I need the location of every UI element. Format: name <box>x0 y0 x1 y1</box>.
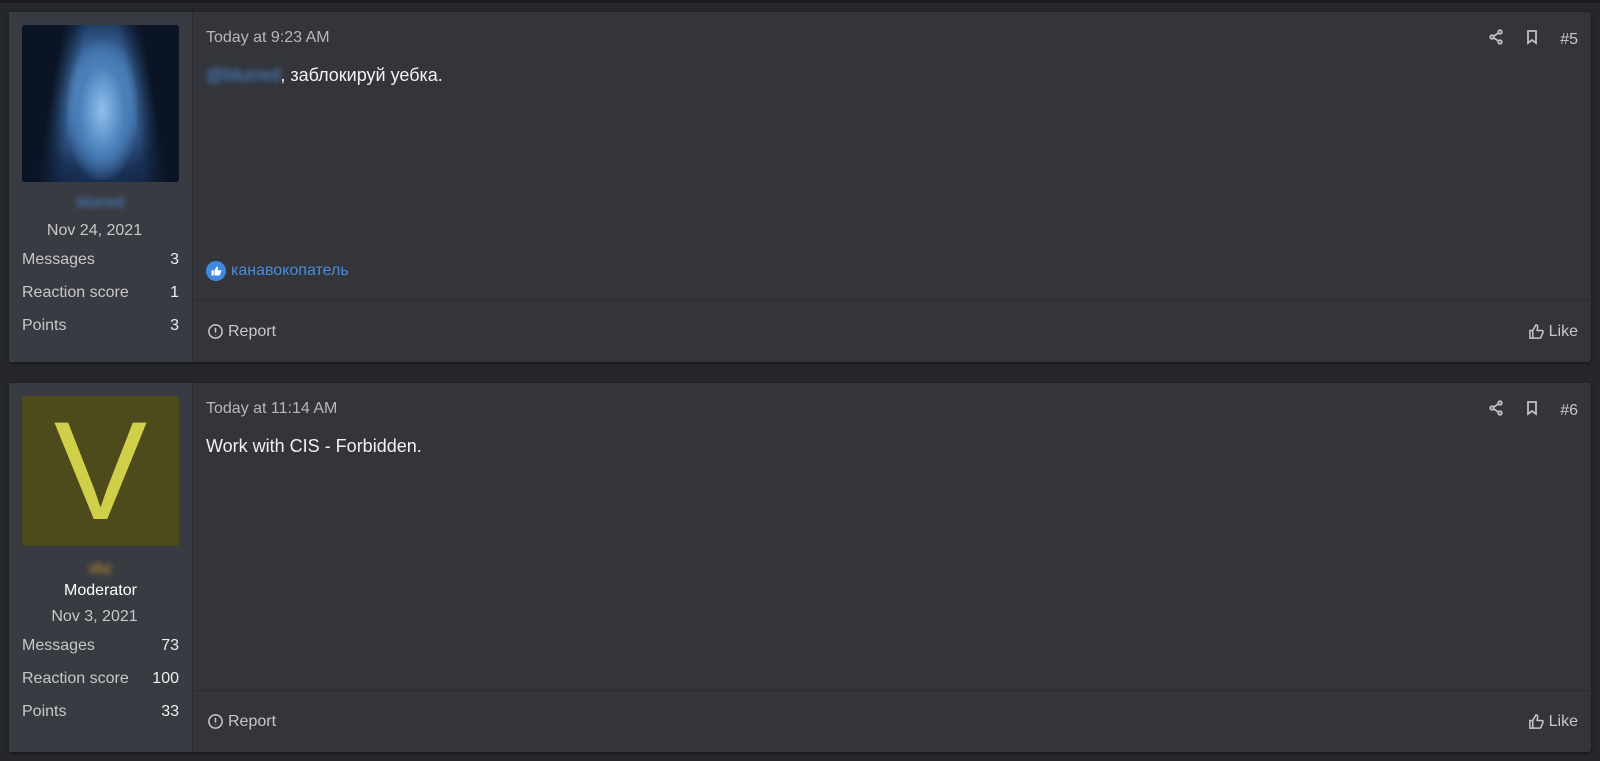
post-actions: #5 <box>1488 29 1578 50</box>
join-date: Nov 3, 2021 <box>51 608 138 625</box>
user-info: blurred Nov 24, 2021 Messages 3 Reaction… <box>9 12 193 362</box>
user-info: V vbz Moderator Nov 3, 2021 Messages 73 … <box>9 383 193 752</box>
avatar[interactable]: V <box>22 396 179 546</box>
report-icon <box>208 324 223 339</box>
stat-messages: Messages 73 <box>22 637 179 654</box>
reactions-bar: канавокопатель <box>206 261 349 281</box>
join-date: Nov 24, 2021 <box>46 222 143 239</box>
user-stats: Messages 3 Reaction score 1 Points 3 <box>22 250 179 336</box>
top-border <box>0 0 1600 3</box>
stat-messages: Messages 3 <box>22 251 179 268</box>
post-footer: Report Like <box>193 690 1591 752</box>
user-stats: Messages 73 Reaction score 100 Points 33 <box>22 636 179 722</box>
share-icon[interactable] <box>1488 29 1504 50</box>
thumbs-up-icon <box>1528 324 1544 339</box>
post-content: @blurred, заблокируй уебка. <box>206 65 443 86</box>
post-time[interactable]: Today at 11:14 AM <box>206 400 337 418</box>
reaction-user[interactable]: канавокопатель <box>231 262 349 280</box>
post-6: V vbz Moderator Nov 3, 2021 Messages 73 … <box>9 383 1591 752</box>
post-5: blurred Nov 24, 2021 Messages 3 Reaction… <box>9 12 1591 362</box>
username[interactable]: vbz <box>22 560 179 580</box>
post-content: Work with CIS - Forbidden. <box>206 436 422 457</box>
stat-points: Points 3 <box>22 317 179 334</box>
stat-reaction-score: Reaction score 1 <box>22 284 179 301</box>
post-time[interactable]: Today at 9:23 AM <box>206 29 330 47</box>
user-mention[interactable]: @blurred <box>206 65 280 85</box>
like-button[interactable]: Like <box>1528 323 1578 341</box>
user-role: Moderator <box>64 582 137 599</box>
like-reaction-icon <box>206 261 226 281</box>
post-text: , заблокируй уебка. <box>280 65 443 85</box>
report-icon <box>208 714 223 729</box>
avatar[interactable] <box>22 25 179 182</box>
post-footer: Report Like <box>193 300 1591 362</box>
thumbs-up-icon <box>1528 714 1544 729</box>
report-button[interactable]: Report <box>207 713 276 731</box>
bookmark-icon[interactable] <box>1524 29 1540 50</box>
like-button[interactable]: Like <box>1528 713 1578 731</box>
share-icon[interactable] <box>1488 400 1504 421</box>
stat-points: Points 33 <box>22 703 179 720</box>
bookmark-icon[interactable] <box>1524 400 1540 421</box>
username[interactable]: blurred <box>22 194 179 214</box>
post-actions: #6 <box>1488 400 1578 421</box>
stat-reaction-score: Reaction score 100 <box>22 670 179 687</box>
post-main: Today at 11:14 AM #6 Work with CIS - For… <box>193 383 1591 752</box>
report-button[interactable]: Report <box>207 323 276 341</box>
post-text: Work with CIS - Forbidden. <box>206 436 422 456</box>
post-main: Today at 9:23 AM #5 @blurred, заблокируй… <box>193 12 1591 362</box>
post-number[interactable]: #6 <box>1560 402 1578 420</box>
post-number[interactable]: #5 <box>1560 31 1578 49</box>
